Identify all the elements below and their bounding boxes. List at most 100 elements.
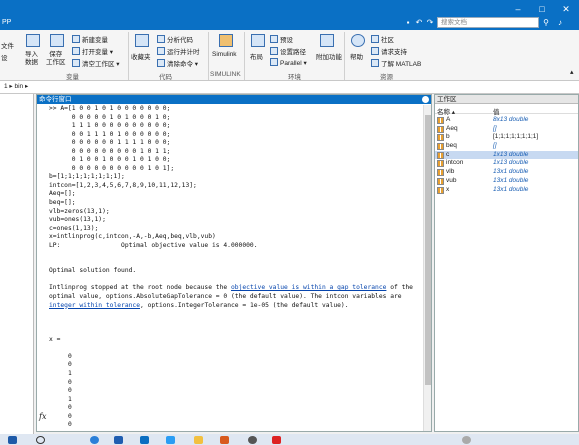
save-workspace-button[interactable]: 保存 工作区 <box>46 51 66 67</box>
variable-value: 13x1 double <box>493 168 529 176</box>
layout-button[interactable]: 布局 <box>250 51 263 61</box>
analyze-code-icon <box>157 35 165 43</box>
undo-icon[interactable]: ↶ <box>414 17 424 28</box>
command-output[interactable]: >> A=[1 0 0 1 0 1 0 0 0 0 0 0 0; 0 0 0 0… <box>49 105 423 430</box>
panel-menu-icon[interactable] <box>422 96 429 103</box>
open-file-label[interactable]: 文件 <box>1 40 14 50</box>
redo-icon[interactable]: ↷ <box>425 17 435 28</box>
output-line: 0 0 0 0 0 0 0 0 0 0 1 0 1]; <box>49 164 175 172</box>
output-line: >> A=[1 0 0 1 0 1 0 0 0 0 0 0 0; <box>49 105 171 112</box>
addons-button[interactable]: 附加功能 <box>316 51 342 61</box>
workspace-variable-row[interactable]: c 1x13 double <box>435 150 578 160</box>
request-support-button[interactable]: 请求支持 <box>371 46 407 56</box>
matlab-taskbar-icon[interactable] <box>220 436 229 444</box>
variable-grid-icon <box>437 134 444 142</box>
variable-grid-icon <box>437 143 444 151</box>
set-path-button[interactable]: 设置路径 <box>270 46 306 56</box>
simulink-button[interactable]: Simulink <box>212 51 237 58</box>
wps-icon[interactable] <box>272 436 281 444</box>
group-code-label: 代码 <box>159 74 172 81</box>
request-support-label: 请求支持 <box>381 49 407 56</box>
favorites-button[interactable]: 收藏夹 <box>131 51 151 61</box>
file-explorer-icon[interactable] <box>194 436 203 444</box>
windows-start-icon[interactable] <box>8 436 17 444</box>
parallel-icon <box>270 58 278 66</box>
command-window[interactable]: 命令行窗口 >> A=[1 0 0 1 0 1 0 0 0 0 0 0 0; 0… <box>36 94 432 432</box>
run-and-time-button[interactable]: 运行并计时 <box>157 46 200 56</box>
search-taskbar-icon[interactable] <box>36 436 45 444</box>
variable-grid-icon <box>437 160 444 168</box>
simulink-icon[interactable] <box>219 34 233 47</box>
app-icon[interactable] <box>248 436 257 444</box>
preferences-button[interactable]: 预设 <box>270 34 293 44</box>
output-line: b=[1;1;1;1;1;1;1;1]; <box>49 173 125 181</box>
gap-tolerance-link[interactable]: objective value is within a gap toleranc… <box>231 284 386 291</box>
current-path[interactable]: 1 ▸ bin ▸ <box>4 81 28 93</box>
collapse-ribbon-icon[interactable]: ▴ <box>570 68 574 76</box>
output-line: vub=ones(13,1); <box>49 216 106 224</box>
new-variable-button[interactable]: 新建变量 <box>72 34 108 44</box>
community-button[interactable]: 社区 <box>371 34 394 44</box>
browser-icon[interactable] <box>166 436 175 444</box>
output-line: 0 <box>49 387 72 395</box>
store-icon[interactable] <box>140 436 149 444</box>
ribbon-separator <box>128 32 129 80</box>
analyze-code-button[interactable]: 分析代码 <box>157 34 193 44</box>
edge-icon[interactable] <box>90 436 99 444</box>
community-label: 社区 <box>381 37 394 44</box>
search-icon[interactable]: ⚲ <box>542 17 550 28</box>
learn-matlab-button[interactable]: 了解 MATLAB <box>371 58 421 68</box>
workspace-variable-row[interactable]: intcon 1x13 double <box>435 159 578 168</box>
address-bar[interactable]: 1 ▸ bin ▸ <box>0 81 579 94</box>
column-value[interactable]: 值 <box>493 106 500 116</box>
variable-value: [1;1;1;1;1;1;1;1] <box>493 133 539 141</box>
column-name[interactable]: 名称 ▴ <box>437 106 455 116</box>
workspace-variable-row[interactable]: b [1;1;1;1;1;1;1;1] <box>435 133 578 142</box>
help-icon[interactable] <box>351 34 365 47</box>
workspace-column-headers: 名称 ▴ 值 <box>435 105 578 116</box>
variable-name: A <box>446 116 451 123</box>
save-workspace-icon[interactable] <box>50 34 64 47</box>
workspace-variable-row[interactable]: x 13x1 double <box>435 186 578 195</box>
output-line: 0 <box>49 352 72 360</box>
open-sub-label[interactable]: 设 <box>1 52 8 62</box>
integer-tolerance-link[interactable]: integer within tolerance <box>49 302 140 309</box>
workspace-variable-row[interactable]: A 8x13 double <box>435 116 578 125</box>
variable-name: vub <box>446 176 457 184</box>
ribbon-separator <box>344 32 345 80</box>
mail-icon[interactable] <box>114 436 123 444</box>
workspace-variable-row[interactable]: vub 13x1 double <box>435 177 578 186</box>
user-avatar[interactable] <box>462 436 471 444</box>
help-button[interactable]: 帮助 <box>350 51 363 61</box>
workspace-variable-row[interactable]: Aeq [] <box>435 125 578 134</box>
clear-commands-button[interactable]: 清除命令 ▾ <box>157 58 198 68</box>
close-button[interactable]: ✕ <box>554 2 578 16</box>
output-line: 1 <box>49 395 72 403</box>
parallel-button[interactable]: Parallel ▾ <box>270 58 307 67</box>
open-variable-button[interactable]: 打开变量 ▾ <box>72 46 113 56</box>
bell-icon[interactable]: ♪ <box>555 17 565 28</box>
title-bar: PP ▪ ↶ ↷ 搜索文档 ⚲ ♪ – □ ✕ <box>0 0 579 30</box>
favorites-icon[interactable] <box>135 34 149 47</box>
taskbar <box>0 434 579 445</box>
save-icon[interactable]: ▪ <box>403 17 413 28</box>
command-scrollbar[interactable] <box>423 105 431 431</box>
addons-icon[interactable] <box>320 34 334 47</box>
layout-icon[interactable] <box>251 34 265 47</box>
workspace-title: 工作区 <box>437 96 457 103</box>
output-text: Intlinprog stopped at the root node beca… <box>49 284 231 292</box>
workspace-variable-list: A 8x13 double Aeq [] b [1;1;1;1;1;1;1;1] beq []… <box>435 116 578 194</box>
maximize-button[interactable]: □ <box>530 2 554 16</box>
workspace-variable-row[interactable]: vlb 13x1 double <box>435 168 578 177</box>
current-folder-panel <box>0 94 34 434</box>
minimize-button[interactable]: – <box>506 2 530 16</box>
workspace-variable-row[interactable]: beq [] <box>435 142 578 151</box>
import-data-button[interactable]: 导入 数据 <box>25 51 38 67</box>
variable-grid-icon <box>437 177 444 185</box>
search-input[interactable]: 搜索文档 <box>437 17 539 28</box>
clear-workspace-button[interactable]: 清空工作区 ▾ <box>72 58 120 68</box>
scrollbar-thumb[interactable] <box>425 115 431 385</box>
import-data-icon[interactable] <box>26 34 40 47</box>
